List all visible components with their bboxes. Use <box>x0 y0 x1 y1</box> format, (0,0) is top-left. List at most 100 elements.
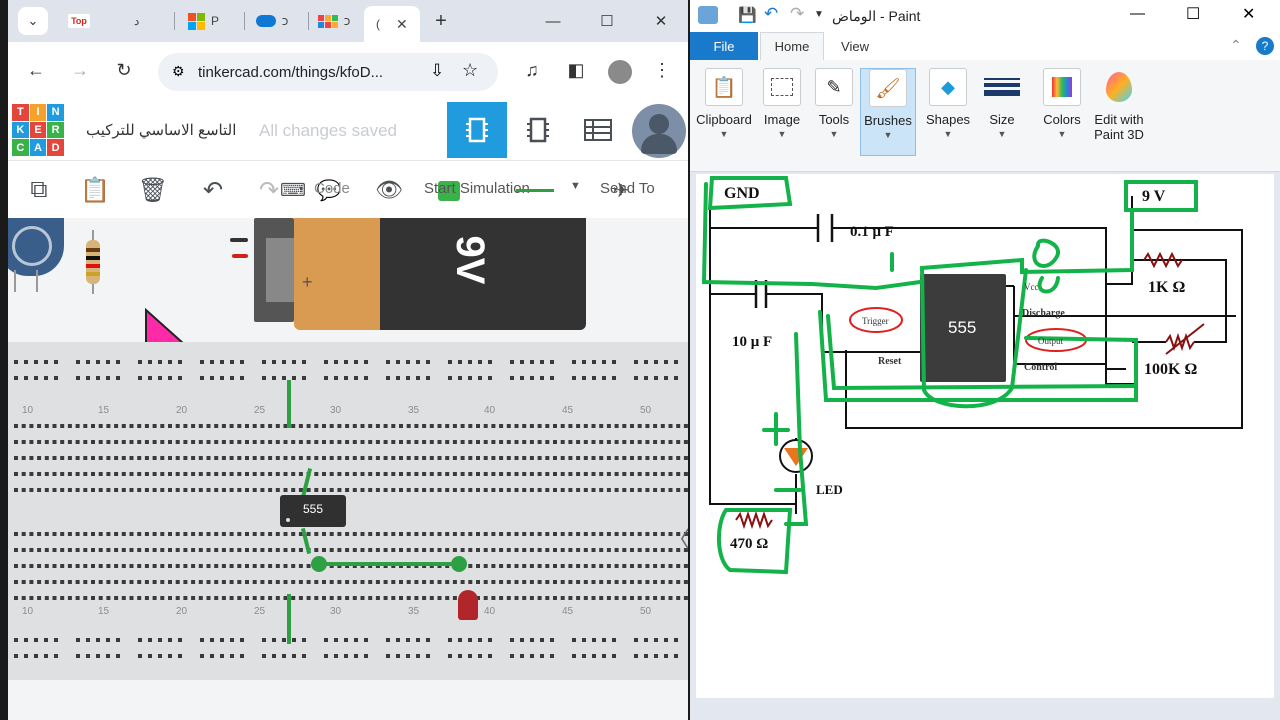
wire-top[interactable] <box>287 380 291 428</box>
code-button[interactable]: Code <box>314 180 350 197</box>
wire-bottom[interactable] <box>287 594 291 644</box>
ic-555-component[interactable]: 555 <box>280 495 346 527</box>
maximize-button[interactable]: ☐ <box>592 8 622 34</box>
sidepanel-icon[interactable]: ◧ <box>564 60 588 81</box>
gnd-label: GND <box>724 185 760 202</box>
tab-home[interactable]: Home <box>760 32 824 60</box>
battery-cap <box>254 218 294 322</box>
tab-active[interactable]: ( ✕ <box>364 6 420 42</box>
pin-vcc: Vcc <box>1024 282 1039 292</box>
close-button[interactable]: ✕ <box>1242 4 1255 24</box>
window-title: الوماض - Paint <box>832 8 921 24</box>
url-text: tinkercad.com/things/kfoD... <box>198 64 384 81</box>
bookmark-star-icon[interactable]: ☆ <box>462 60 478 81</box>
close-tab-icon[interactable]: ✕ <box>396 16 408 33</box>
profile-avatar[interactable] <box>608 60 632 84</box>
image-group[interactable]: Image ▼ <box>754 68 810 156</box>
close-button[interactable]: ✕ <box>646 8 676 34</box>
component-list-button[interactable] <box>568 102 628 158</box>
forward-arrow-icon[interactable]: → <box>68 60 92 81</box>
help-icon[interactable]: ? <box>1256 37 1274 55</box>
top-favicon-icon: Top <box>68 14 90 28</box>
brushes-group[interactable]: 🖌 Brushes ▼ <box>860 68 916 156</box>
code-editor-icon[interactable]: ⌨ <box>276 173 310 207</box>
tab-1[interactable]: Top د <box>62 6 162 36</box>
tab-view[interactable]: View <box>830 32 880 60</box>
save-status: All changes saved <box>259 121 397 140</box>
send-to-button[interactable]: Send To <box>600 180 655 197</box>
undo-icon[interactable]: ↶ <box>196 173 230 207</box>
microsoft-icon <box>188 12 205 30</box>
design-title[interactable]: التاسع الاساسي للتركيب <box>86 121 236 139</box>
tab-search-button[interactable]: ⌄ <box>18 7 48 35</box>
minimize-button[interactable]: — <box>538 8 568 34</box>
wire-dropdown-caret-icon[interactable]: ▼ <box>570 180 581 192</box>
size-group[interactable]: Size ▼ <box>974 68 1030 156</box>
paint3d-group[interactable]: Edit with Paint 3D <box>1090 68 1148 156</box>
size-icon <box>983 68 1021 106</box>
back-arrow-icon[interactable]: ← <box>24 60 48 81</box>
copy-icon[interactable]: ⧉ <box>22 173 56 207</box>
reload-icon[interactable]: ↻ <box>112 60 136 81</box>
tinkercad-logo[interactable]: TIN KER CAD <box>12 104 64 156</box>
cap1-label: 0.1 μ F <box>850 224 894 240</box>
battery-label: 9V <box>448 235 492 285</box>
circuit-view-button[interactable] <box>447 102 507 158</box>
brush-icon: 🖌 <box>869 69 907 107</box>
maximize-button[interactable]: ☐ <box>1186 4 1200 24</box>
shapes-icon: ◆ <box>929 68 967 106</box>
paint-canvas[interactable]: GND 9 V 0.1 μ F 10 μ F 1K Ω 100K Ω 470 Ω… <box>696 174 1274 698</box>
visibility-icon[interactable]: 👁 <box>372 173 406 207</box>
schematic-icon <box>527 117 549 143</box>
row-numbers-top: 10 15 20 25 30 35 40 45 50 <box>22 405 652 416</box>
undo-icon[interactable]: ↶ <box>764 4 778 24</box>
start-simulation-button[interactable]: Start Simulation <box>424 180 530 197</box>
quick-access-caret-icon[interactable]: ▼ <box>814 9 824 20</box>
collapse-ribbon-icon[interactable]: ⌃ <box>1230 37 1242 54</box>
install-icon[interactable]: ⇩ <box>430 61 444 81</box>
minimize-button[interactable]: — <box>1130 5 1145 22</box>
clipboard-group[interactable]: 📋 Clipboard ▼ <box>696 68 752 156</box>
circuit-schematic: GND 9 V 0.1 μ F 10 μ F 1K Ω 100K Ω 470 Ω… <box>701 176 1243 575</box>
breadboard[interactable]: 10 15 20 25 30 35 40 45 50 10 15 20 25 3… <box>8 342 688 680</box>
battery-component[interactable]: + <box>294 218 386 330</box>
led-component[interactable] <box>458 590 478 620</box>
tab-4[interactable]: כ <box>312 6 366 36</box>
tinkercad-canvas[interactable]: + 9V 10 15 20 25 30 35 40 45 50 10 15 20… <box>8 218 688 720</box>
schematic-view-button[interactable] <box>508 102 568 158</box>
site-info-icon[interactable]: ⚙ <box>172 63 185 80</box>
redo-icon[interactable]: ↷ <box>790 4 804 24</box>
menu-kebab-icon[interactable]: ⋮ <box>650 60 674 81</box>
capacitor-component[interactable] <box>8 218 64 276</box>
resistor-component[interactable] <box>86 240 100 284</box>
battery-body: 9V <box>380 218 586 330</box>
browser-window: ⌄ Top د P כ כ ( ✕ + — ☐ ✕ ← → ↻ ⚙ tinker… <box>8 0 688 720</box>
shapes-group[interactable]: ◆ Shapes ▼ <box>920 68 976 156</box>
tools-group[interactable]: ✎ Tools ▼ <box>806 68 862 156</box>
list-icon <box>584 119 612 141</box>
media-icon[interactable]: ♫ <box>520 60 544 81</box>
wire-horizontal[interactable] <box>318 562 460 566</box>
tab-2[interactable]: P <box>182 6 238 36</box>
paint-app-icon[interactable] <box>698 6 718 24</box>
omnibox[interactable]: ⚙ tinkercad.com/things/kfoD... ⇩ ☆ <box>158 53 498 91</box>
ribbon-tabs: File Home View ⌃ ? <box>690 32 1280 60</box>
tab-3[interactable]: כ <box>250 6 304 36</box>
paste-icon[interactable]: 📋 <box>78 173 112 207</box>
new-tab-button[interactable]: + <box>426 8 456 34</box>
collapse-panel-icon[interactable]: 〈 <box>668 522 688 554</box>
colors-group[interactable]: Colors ▼ <box>1034 68 1090 156</box>
r2-label: 100K Ω <box>1144 361 1197 378</box>
paint-titlebar: 💾 ↶ ↷ ▼ الوماض - Paint — ☐ ✕ <box>690 0 1280 32</box>
tools-icon: ✎ <box>815 68 853 106</box>
user-avatar[interactable] <box>632 104 686 158</box>
save-icon[interactable]: 💾 <box>738 6 757 24</box>
ic-label: 555 <box>948 318 976 337</box>
delete-icon[interactable]: 🗑 <box>136 173 170 207</box>
select-icon <box>763 68 801 106</box>
tab-strip: ⌄ Top د P כ כ ( ✕ + — ☐ ✕ <box>8 0 688 42</box>
tinkercad-favicon-icon <box>318 14 338 28</box>
wire-color-swatch[interactable] <box>516 189 554 192</box>
address-bar: ← → ↻ ⚙ tinkercad.com/things/kfoD... ⇩ ☆… <box>8 42 688 102</box>
file-menu[interactable]: File <box>690 32 758 60</box>
